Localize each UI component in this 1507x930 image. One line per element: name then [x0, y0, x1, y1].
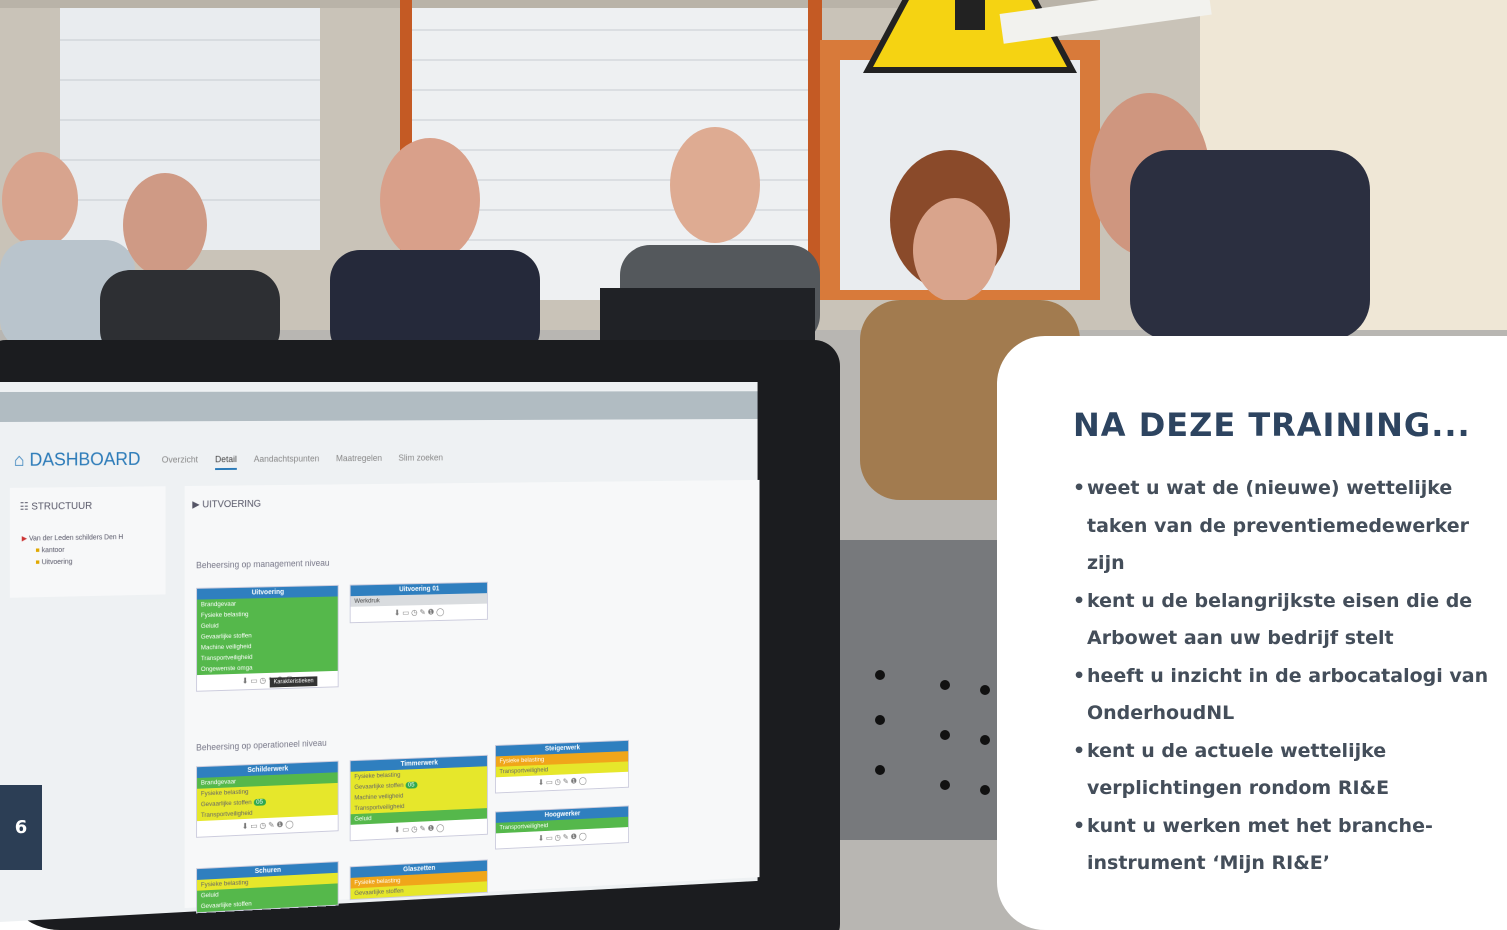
- operational-label: Beheersing op operationeel niveau: [196, 737, 327, 753]
- folder-icon: ■: [35, 559, 40, 567]
- card-glaszetten[interactable]: Glaszetten Fysieke belasting Gevaarlijke…: [349, 859, 488, 901]
- bullet-item: kent u de belangrijkste eisen die de Arb…: [1073, 583, 1493, 658]
- tab-aandachtspunten[interactable]: Aandachtspunten: [254, 454, 319, 470]
- card-steigerwerk[interactable]: Steigerwerk Fysieke belasting Transportv…: [494, 739, 630, 794]
- uitvoering-title-text: UITVOERING: [202, 498, 262, 511]
- training-panel: NA DEZE TRAINING... weet u wat de (nieuw…: [997, 336, 1507, 930]
- count-badge: 05: [405, 781, 418, 789]
- card-uitvoering-werkdruk[interactable]: Uitvoering 01 Werkdruk ⬇ ▭ ◷ ✎ ❶ ◯: [349, 581, 488, 624]
- card-schilderwerk[interactable]: Schilderwerk Brandgevaar Fysieke belasti…: [196, 760, 339, 838]
- tab-maatregelen[interactable]: Maatregelen: [336, 453, 382, 469]
- app-topbar: [0, 391, 758, 422]
- structuur-title: ☷ STRUCTUUR: [19, 500, 93, 513]
- card-row-text: Gevaarlijke stoffen: [200, 799, 252, 809]
- panel-heading: NA DEZE TRAINING...: [1073, 406, 1471, 444]
- tab-slim-zoeken[interactable]: Slim zoeken: [398, 453, 443, 469]
- tree-root-label: Van der Leden schilders Den H: [28, 534, 124, 543]
- count-badge: 05: [253, 798, 266, 806]
- tree-item-uitvoering[interactable]: ■ Uitvoering: [22, 556, 124, 570]
- card-timmerwerk[interactable]: Timmerwerk Fysieke belasting Gevaarlijke…: [349, 754, 488, 842]
- bullet-list: weet u wat de (nieuwe) wettelijke taken …: [1073, 470, 1493, 883]
- card-title-text: Uitvoering: [399, 585, 431, 594]
- card-icons[interactable]: ⬇ ▭ ◷ ✎ ❶ ◯: [351, 604, 487, 623]
- tab-detail[interactable]: Detail: [215, 454, 237, 471]
- card-schuren[interactable]: Schuren Fysieke belasting Geluid Gevaarl…: [196, 861, 339, 914]
- card-row-text: Gevaarlijke stoffen: [354, 782, 404, 791]
- dashboard-title-text: DASHBOARD: [29, 449, 141, 470]
- bullet-item: heeft u inzicht in de arbocatalogi van O…: [1073, 658, 1493, 733]
- structure-tree: ▶ Van der Leden schilders Den H ■ kantoo…: [22, 532, 124, 569]
- tree-uitvoering-label: Uitvoering: [41, 558, 73, 567]
- laptop-screen: ⌂ DASHBOARD Overzicht Detail Aandachtspu…: [0, 382, 760, 922]
- count-badge: 01: [432, 585, 440, 593]
- management-label: Beheersing op management niveau: [196, 557, 330, 571]
- tree-item-root[interactable]: ▶ Van der Leden schilders Den H: [22, 532, 124, 546]
- main-panel: ▶ UITVOERING Beheersing op management ni…: [184, 479, 760, 914]
- bullet-item: kent u de actuele wettelijke verplichtin…: [1073, 733, 1493, 808]
- tab-overzicht[interactable]: Overzicht: [162, 455, 198, 471]
- tooltip: Karakteristieken: [269, 676, 318, 688]
- page-number: 6: [0, 785, 42, 870]
- structuur-title-text: STRUCTUUR: [31, 500, 93, 513]
- bullet-item: kunt u werken met het branche-instrument…: [1073, 808, 1493, 883]
- bullet-item: weet u wat de (nieuwe) wettelijke taken …: [1073, 470, 1493, 583]
- dashboard-title[interactable]: ⌂ DASHBOARD: [14, 449, 141, 471]
- dashboard-tabs: Overzicht Detail Aandachtspunten Maatreg…: [162, 453, 443, 471]
- app-header: ⌂ DASHBOARD Overzicht Detail Aandachtspu…: [0, 437, 758, 482]
- tree-kantoor-label: kantoor: [41, 546, 65, 555]
- structuur-panel: ☷ STRUCTUUR ▶ Van der Leden schilders De…: [9, 486, 166, 598]
- uitvoering-title: ▶ UITVOERING: [192, 498, 262, 511]
- folder-icon: ■: [35, 547, 40, 555]
- card-hoogwerker[interactable]: Hoogwerker Transportveiligheid ⬇ ▭ ◷ ✎ ❶…: [494, 805, 630, 850]
